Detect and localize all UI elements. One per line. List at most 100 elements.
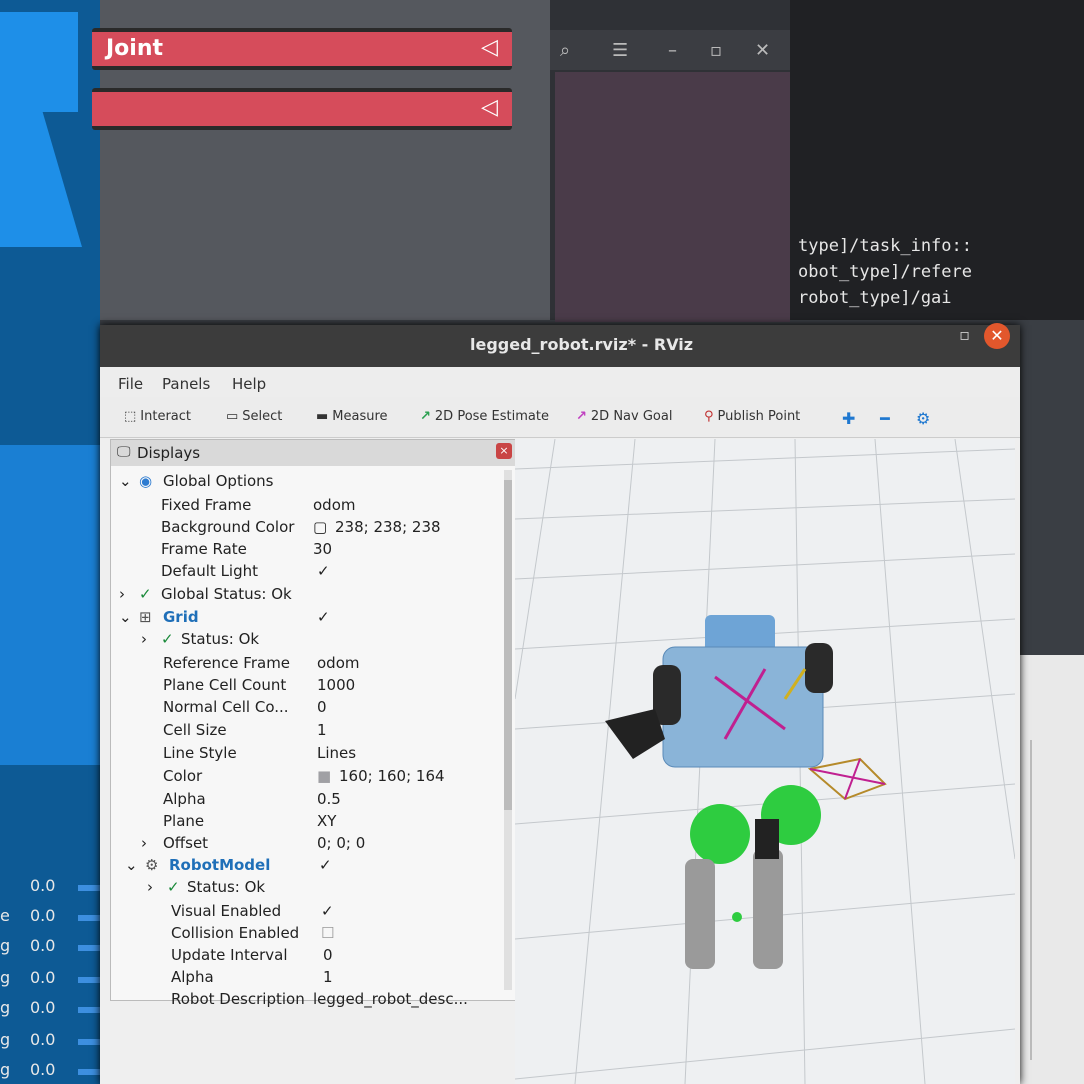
- property-value[interactable]: 1: [317, 721, 327, 739]
- tool-properties-icon[interactable]: ⚙: [916, 409, 930, 428]
- collapse-triangle-icon[interactable]: ◁: [481, 35, 498, 60]
- map-pin-icon: ⚲: [704, 409, 714, 424]
- terminal-line: obot_type]/refere: [798, 262, 972, 282]
- tool-label: Select: [242, 409, 283, 424]
- terminal-body: [555, 72, 790, 322]
- slider-name: g: [0, 1030, 11, 1049]
- expand-arrow-icon[interactable]: ›: [141, 630, 147, 648]
- window-title: legged_robot.rviz* - RViz: [470, 335, 694, 354]
- tool-label: 2D Nav Goal: [590, 409, 673, 424]
- expand-arrow-icon[interactable]: ›: [141, 834, 147, 852]
- panel-title: Displays: [137, 444, 201, 462]
- background-blue-block: [0, 12, 78, 112]
- slider-value: 0.0: [30, 1060, 56, 1079]
- select-icon: ▭: [226, 409, 239, 424]
- globe-icon: ◉: [139, 472, 153, 490]
- expand-arrow-icon[interactable]: ›: [147, 878, 153, 896]
- property-label: Plane: [163, 812, 205, 830]
- joint-slider-bar[interactable]: Joint ◁: [92, 28, 512, 70]
- property-value[interactable]: 160; 160; 164: [339, 767, 445, 785]
- joint-slider-bar-2[interactable]: ◁: [92, 88, 512, 130]
- publish-point-tool-button[interactable]: ⚲ Publish Point: [704, 409, 800, 424]
- checkbox[interactable]: ✓: [321, 902, 334, 920]
- rviz-window: legged_robot.rviz* - RViz ▫ ✕ File Panel…: [100, 323, 1020, 1084]
- property-value[interactable]: XY: [317, 812, 336, 830]
- property-label: Plane Cell Count: [163, 676, 287, 694]
- green-arrow-icon: ↗: [420, 409, 431, 424]
- menu-help[interactable]: Help: [232, 375, 266, 393]
- ruler-icon: ▬: [316, 409, 329, 424]
- property-label: Cell Size: [163, 721, 227, 739]
- property-value[interactable]: 0; 0; 0: [317, 834, 365, 852]
- search-icon[interactable]: ⌕: [560, 40, 570, 61]
- robot-icon: ⚙: [145, 856, 159, 874]
- maximize-icon[interactable]: ▫: [710, 40, 722, 61]
- slider-value: 0.0: [30, 906, 56, 925]
- add-tool-icon[interactable]: ✚: [842, 409, 855, 428]
- property-value[interactable]: legged_robot_desc...: [313, 990, 468, 1008]
- rviz-titlebar: legged_robot.rviz* - RViz ▫ ✕: [100, 323, 1020, 367]
- property-label: Color: [163, 767, 203, 785]
- property-label: Fixed Frame: [161, 496, 252, 514]
- property-label: Alpha: [163, 790, 206, 808]
- collapse-arrow-icon[interactable]: ⌄: [119, 472, 132, 490]
- close-icon[interactable]: ✕: [755, 40, 770, 61]
- pose-estimate-tool-button[interactable]: ↗ 2D Pose Estimate: [420, 409, 549, 424]
- menu-icon[interactable]: ☰: [612, 40, 628, 61]
- empty-checkbox-icon[interactable]: ☐: [321, 924, 334, 942]
- color-swatch-icon: ▢: [313, 518, 328, 536]
- property-value[interactable]: 30: [313, 540, 332, 558]
- close-panel-icon[interactable]: ×: [496, 443, 512, 459]
- property-value[interactable]: 0: [317, 698, 327, 716]
- expand-arrow-icon[interactable]: ›: [119, 585, 125, 603]
- property-label: Robot Description: [171, 990, 305, 1008]
- robot-leg-left: [685, 859, 715, 969]
- slider-value: 0.0: [30, 936, 56, 955]
- measure-tool-button[interactable]: ▬ Measure: [316, 409, 388, 424]
- property-value[interactable]: 1: [323, 968, 333, 986]
- nav-goal-tool-button[interactable]: ↗ 2D Nav Goal: [576, 409, 672, 424]
- tree-label: RobotModel: [169, 856, 271, 874]
- slider-name: g: [0, 968, 11, 987]
- remove-tool-icon[interactable]: ━: [880, 409, 890, 428]
- close-icon[interactable]: ✕: [984, 323, 1010, 349]
- property-label: Collision Enabled: [171, 924, 300, 942]
- checkmark-icon: ✓: [161, 630, 174, 648]
- select-tool-button[interactable]: ▭ Select: [226, 409, 282, 424]
- robot-arm-left: [605, 709, 665, 759]
- property-value[interactable]: odom: [313, 496, 356, 514]
- property-label: Background Color: [161, 518, 295, 536]
- robot-hip-left: [690, 804, 750, 864]
- maximize-icon[interactable]: ▫: [959, 325, 970, 344]
- interact-tool-button[interactable]: ⬚ Interact: [124, 409, 191, 424]
- property-value[interactable]: 238; 238; 238: [335, 518, 441, 536]
- menu-panels[interactable]: Panels: [162, 375, 210, 393]
- robot-knee-right: [755, 819, 779, 859]
- property-value[interactable]: 1000: [317, 676, 355, 694]
- collapse-arrow-icon[interactable]: ⌄: [119, 608, 132, 626]
- property-value[interactable]: 0: [323, 946, 333, 964]
- menu-bar: File Panels Help: [100, 367, 1020, 397]
- minimize-icon[interactable]: –: [668, 40, 677, 61]
- collapse-triangle-icon[interactable]: ◁: [481, 95, 498, 120]
- tool-label: Publish Point: [717, 409, 801, 424]
- menu-file[interactable]: File: [118, 375, 143, 393]
- purple-arrow-icon: ↗: [576, 409, 587, 424]
- property-label: Visual Enabled: [171, 902, 282, 920]
- slider-name: g: [0, 1060, 11, 1079]
- property-value[interactable]: odom: [317, 654, 360, 672]
- scrollbar-thumb[interactable]: [504, 480, 512, 810]
- 3d-scene: [515, 439, 1015, 1084]
- scrollbar[interactable]: [504, 470, 512, 990]
- robot-shoulder-right: [805, 643, 833, 693]
- collapse-arrow-icon[interactable]: ⌄: [125, 856, 138, 874]
- property-value[interactable]: Lines: [317, 744, 356, 762]
- checkbox[interactable]: ✓: [317, 562, 330, 580]
- robot-joint: [732, 912, 742, 922]
- property-value[interactable]: 0.5: [317, 790, 341, 808]
- checkbox[interactable]: ✓: [319, 856, 332, 874]
- 3d-viewport[interactable]: [515, 439, 1015, 1084]
- checkbox[interactable]: ✓: [317, 608, 330, 626]
- displays-panel: 🖵 Displays × ⌄ ◉ Global Options Fixed Fr…: [110, 439, 517, 1008]
- slider-name: e: [0, 906, 10, 925]
